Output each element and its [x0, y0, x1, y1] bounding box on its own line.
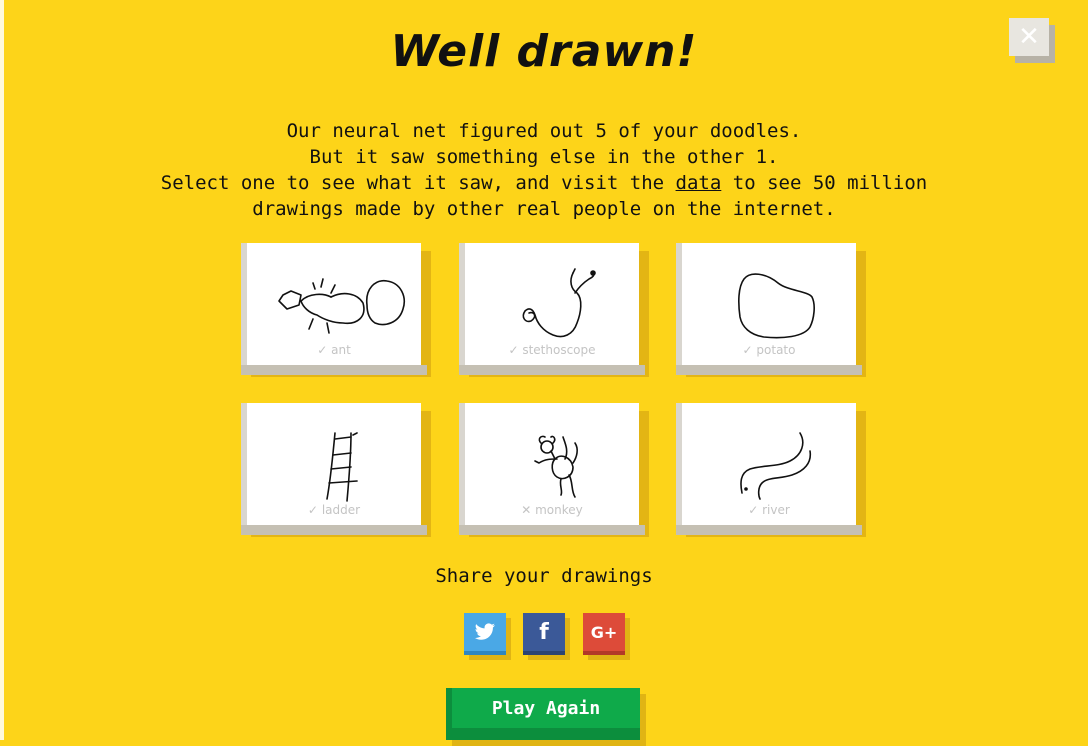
cross-icon: ✕ [521, 503, 532, 517]
card-bottom [676, 525, 862, 535]
play-again-button[interactable]: Play Again [446, 688, 646, 746]
twitter-bird-icon [474, 623, 495, 640]
message-line-3-start: Select one to see what it saw, and visit… [160, 172, 676, 194]
doodle-label-text: river [762, 503, 790, 517]
data-link[interactable]: data [676, 172, 722, 194]
card-bottom [241, 365, 427, 375]
doodle-card-ant[interactable]: ✓ ant [241, 243, 431, 377]
check-icon: ✓ [742, 343, 753, 357]
google-plus-icon: G+ [583, 613, 625, 651]
card-face: ✕ monkey [465, 403, 639, 525]
doodle-label-text: stethoscope [522, 343, 596, 357]
play-again-label: Play Again [446, 688, 640, 728]
result-message: Our neural net figured out 5 of your doo… [0, 118, 1088, 222]
doodle-label: ✓ stethoscope [465, 343, 639, 357]
window-edge [0, 0, 4, 740]
doodle-label: ✓ ant [247, 343, 421, 357]
doodle-label-text: monkey [535, 503, 583, 517]
share-title: Share your drawings [435, 565, 653, 587]
doodle-label-text: ladder [321, 503, 361, 517]
google-plus-share-button[interactable]: G+ [583, 613, 630, 660]
message-line-3: Select one to see what it saw, and visit… [0, 170, 1088, 196]
doodle-card-monkey[interactable]: ✕ monkey [459, 403, 649, 537]
button-base [446, 728, 640, 740]
doodle-card-river[interactable]: ✓ river [676, 403, 866, 537]
card-face: ✓ potato [682, 243, 856, 365]
button-base [583, 651, 625, 655]
page-title: Well drawn! [390, 26, 698, 77]
message-line-4: drawings made by other real people on th… [252, 198, 836, 220]
button-base [464, 651, 506, 655]
card-bottom [241, 525, 427, 535]
facebook-icon: f [523, 613, 565, 651]
card-face: ✓ river [682, 403, 856, 525]
doodle-card-ladder[interactable]: ✓ ladder [241, 403, 431, 537]
doodle-label: ✓ river [682, 503, 856, 517]
twitter-icon [464, 613, 506, 651]
check-icon: ✓ [307, 503, 318, 517]
doodle-label-text: potato [756, 343, 796, 357]
card-face: ✓ stethoscope [465, 243, 639, 365]
message-line-3-end: to see 50 million [721, 172, 928, 194]
button-base [523, 651, 565, 655]
doodle-card-stethoscope[interactable]: ✓ stethoscope [459, 243, 649, 377]
card-face: ✓ ladder [247, 403, 421, 525]
check-icon: ✓ [317, 343, 328, 357]
twitter-share-button[interactable] [464, 613, 511, 660]
card-bottom [459, 525, 645, 535]
check-icon: ✓ [748, 503, 759, 517]
card-face: ✓ ant [247, 243, 421, 365]
doodle-label-text: ant [331, 343, 351, 357]
doodle-label: ✓ ladder [247, 503, 421, 517]
card-bottom [676, 365, 862, 375]
doodle-label: ✓ potato [682, 343, 856, 357]
facebook-share-button[interactable]: f [523, 613, 570, 660]
doodle-label: ✕ monkey [465, 503, 639, 517]
message-line-1: Our neural net figured out 5 of your doo… [286, 120, 802, 142]
message-line-2: But it saw something else in the other 1… [309, 146, 779, 168]
doodle-card-potato[interactable]: ✓ potato [676, 243, 866, 377]
check-icon: ✓ [508, 343, 519, 357]
card-bottom [459, 365, 645, 375]
